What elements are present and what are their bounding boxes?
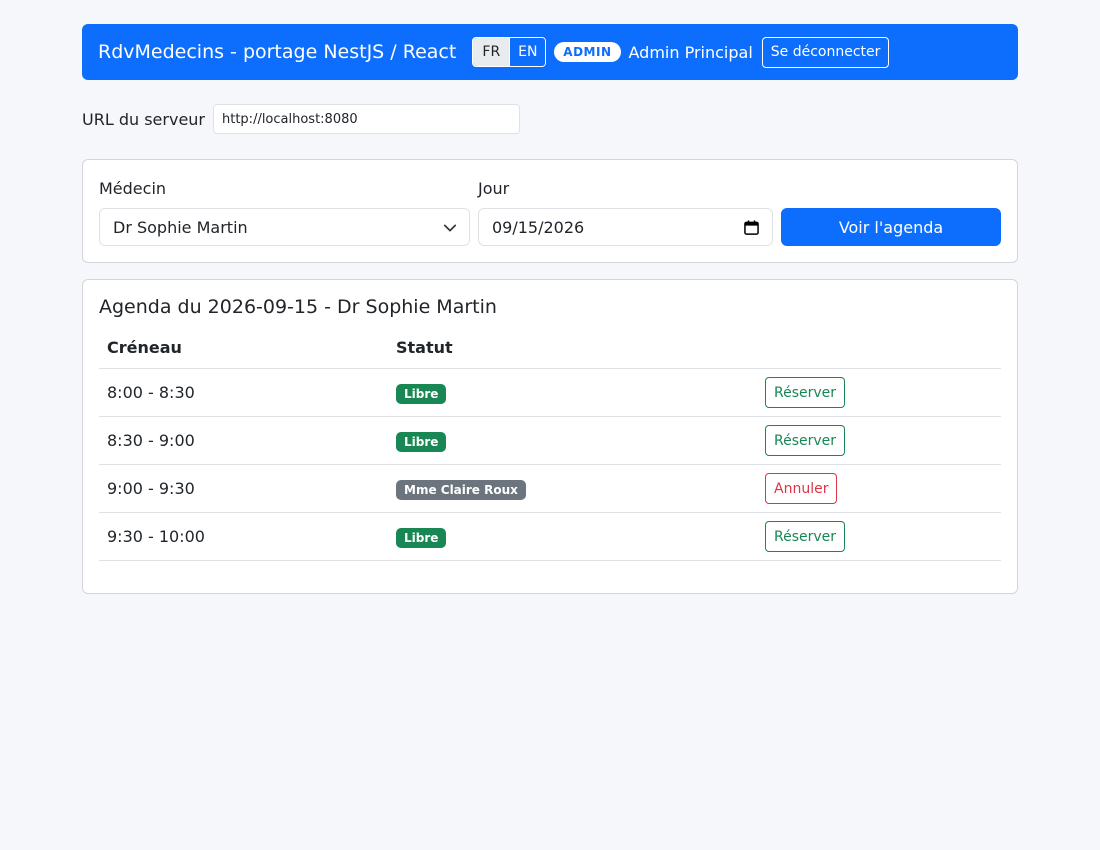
- book-button[interactable]: Réserver: [765, 425, 846, 456]
- status-badge: Libre: [396, 384, 447, 404]
- lang-en-button[interactable]: EN: [509, 38, 546, 66]
- table-row: 8:00 - 8:30 Libre Réserver: [99, 369, 1001, 417]
- navbar: RdvMedecins - portage NestJS / React FR …: [82, 24, 1018, 80]
- day-date-input[interactable]: 09/15/2026: [478, 208, 773, 246]
- server-url-row: URL du serveur: [82, 104, 520, 134]
- cancel-button[interactable]: Annuler: [765, 473, 838, 504]
- book-button[interactable]: Réserver: [765, 521, 846, 552]
- doctor-select[interactable]: Dr Sophie Martin: [99, 208, 470, 246]
- role-badge: ADMIN: [554, 42, 621, 62]
- status-badge: Libre: [396, 432, 447, 452]
- table-header: Créneau Statut: [99, 328, 1001, 369]
- agenda-form-card: Médecin Jour Dr Sophie Martin 09/15/2026…: [82, 159, 1018, 263]
- slot-time: 9:00 - 9:30: [107, 479, 195, 498]
- table-row: 9:30 - 10:00 Libre Réserver: [99, 513, 1001, 561]
- app-brand[interactable]: RdvMedecins - portage NestJS / React: [98, 41, 456, 63]
- column-header-slot: Créneau: [107, 338, 182, 357]
- server-url-input[interactable]: [213, 104, 520, 134]
- agenda-title: Agenda du 2026-09-15 - Dr Sophie Martin: [99, 296, 497, 318]
- day-label: Jour: [478, 179, 510, 198]
- slot-time: 8:30 - 9:00: [107, 431, 195, 450]
- server-url-label: URL du serveur: [82, 109, 205, 129]
- agenda-table: Créneau Statut 8:00 - 8:30 Libre Réserve…: [99, 328, 1001, 561]
- book-button[interactable]: Réserver: [765, 377, 846, 408]
- user-name: Admin Principal: [628, 42, 753, 62]
- table-row: 8:30 - 9:00 Libre Réserver: [99, 417, 1001, 465]
- doctor-label: Médecin: [99, 179, 167, 198]
- day-date-value: 09/15/2026: [492, 217, 585, 237]
- logout-button[interactable]: Se déconnecter: [761, 36, 890, 68]
- column-header-status: Statut: [396, 338, 453, 357]
- lang-fr-button[interactable]: FR: [473, 38, 510, 66]
- doctor-select-value: Dr Sophie Martin: [113, 217, 248, 237]
- slot-time: 8:00 - 8:30: [107, 383, 195, 402]
- view-agenda-button[interactable]: Voir l'agenda: [781, 208, 1001, 246]
- status-badge: Libre: [396, 528, 447, 548]
- status-badge: Mme Claire Roux: [396, 480, 526, 500]
- language-switcher: FR EN: [472, 37, 547, 67]
- slot-time: 9:30 - 10:00: [107, 527, 205, 546]
- agenda-card: Agenda du 2026-09-15 - Dr Sophie Martin …: [82, 279, 1018, 594]
- calendar-icon[interactable]: [744, 220, 759, 235]
- chevron-down-icon: [443, 224, 457, 232]
- table-row: 9:00 - 9:30 Mme Claire Roux Annuler: [99, 465, 1001, 513]
